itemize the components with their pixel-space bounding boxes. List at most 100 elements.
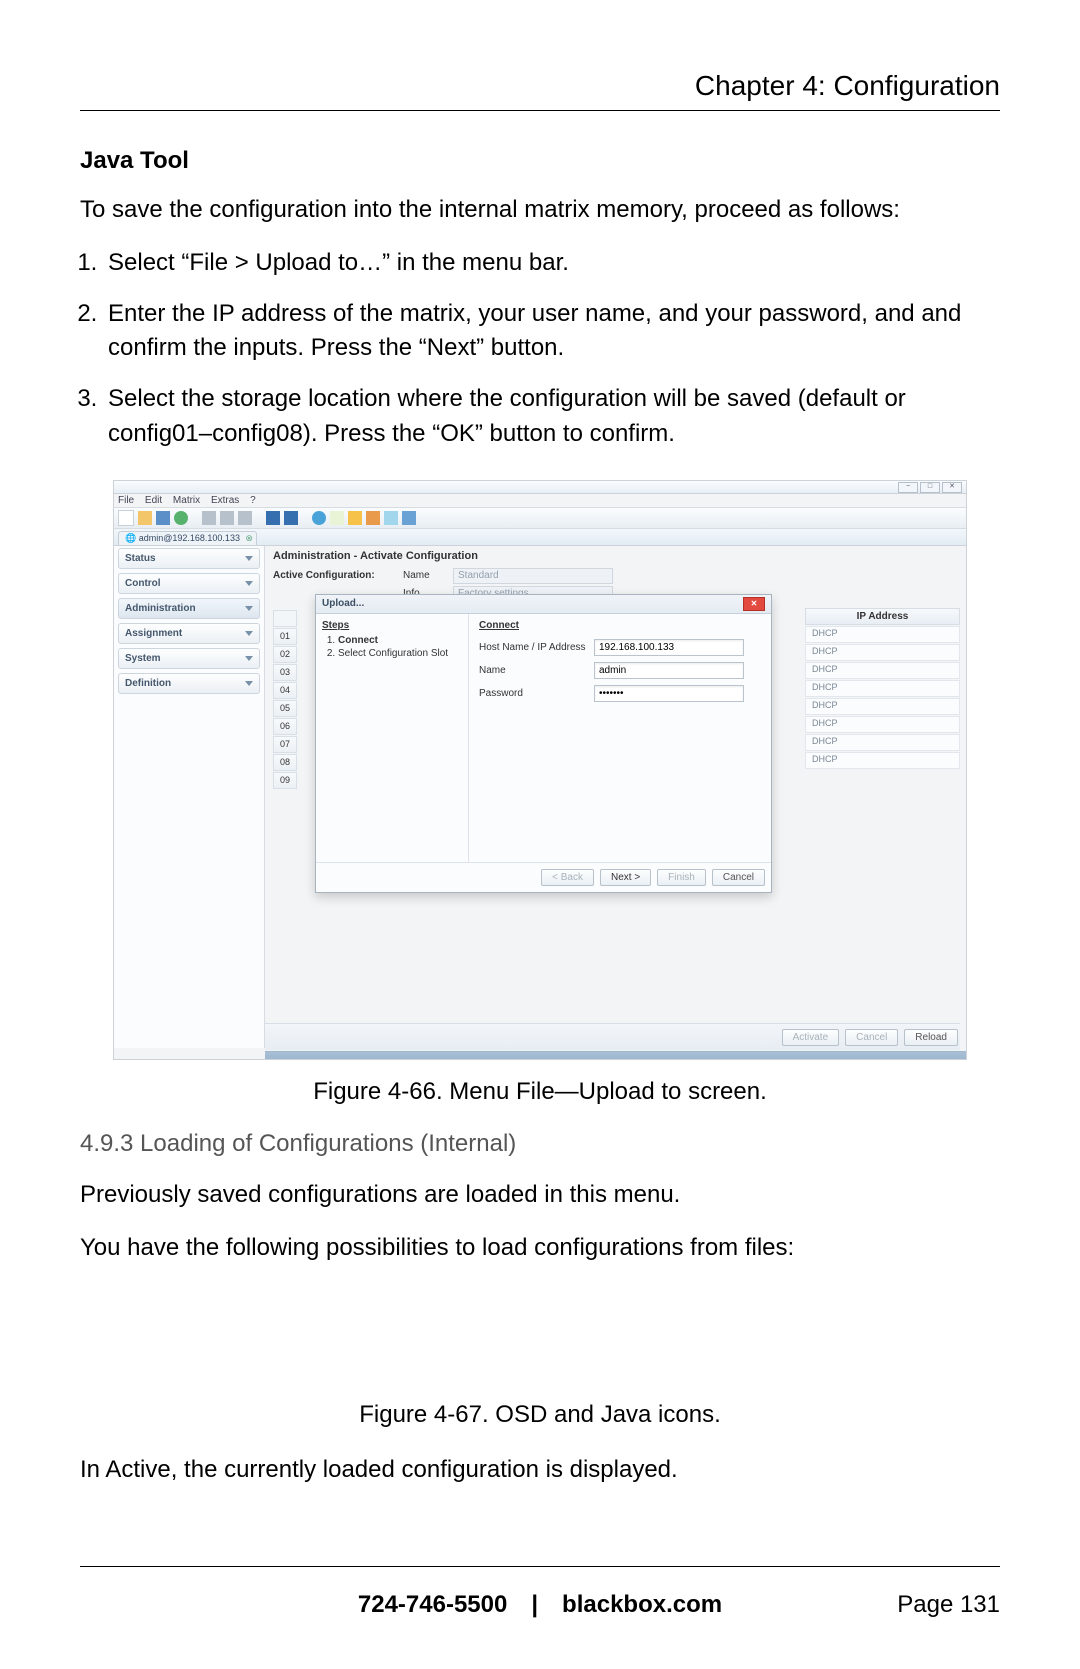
back-button[interactable]: < Back [541,869,594,886]
paste-icon[interactable] [238,511,252,525]
tab-bar: 🌐 admin@192.168.100.133 ⊗ [114,529,966,546]
chapter-title: Chapter 4: Configuration [80,70,1000,102]
figure-4-67-caption: Figure 4-67. OSD and Java icons. [80,1401,1000,1429]
dialog-close-button[interactable]: ✕ [743,597,765,611]
sidebar-item-label: Status [125,553,156,564]
username-label: Name [479,665,594,676]
heading-java-tool: Java Tool [80,147,1000,175]
divider-top [80,110,1000,111]
active-line: In Active, the currently loaded configur… [80,1453,1000,1488]
flash-icon[interactable] [330,511,344,525]
upload-icon[interactable] [266,511,280,525]
next-button[interactable]: Next > [600,869,651,886]
sidebar-item-assignment[interactable]: Assignment [118,623,260,644]
finish-button[interactable]: Finish [657,869,706,886]
figure-4-67-placeholder [80,1283,1000,1383]
dialog-cancel-button[interactable]: Cancel [712,869,765,886]
username-input[interactable] [594,662,744,679]
ip-address-column: IP Address DHCP DHCP DHCP DHCP DHCP DHCP… [805,608,960,770]
row-number[interactable]: 06 [273,718,297,735]
sidebar-item-status[interactable]: Status [118,548,260,569]
row-number[interactable]: 01 [273,628,297,645]
password-input[interactable] [594,685,744,702]
ip-cell: DHCP [805,662,960,679]
row-number[interactable]: 02 [273,646,297,663]
ip-cell: DHCP [805,626,960,643]
ip-cell: DHCP [805,752,960,769]
connection-tab[interactable]: 🌐 admin@192.168.100.133 ⊗ [118,531,257,545]
monitor-icon[interactable] [312,511,326,525]
dialog-form-panel: Connect Host Name / IP Address Name Pass… [469,614,771,862]
dialog-button-row: < Back Next > Finish Cancel [316,862,771,892]
dialog-steps-header: Steps [322,620,462,631]
window-close-button[interactable]: ✕ [942,482,962,493]
copy-icon[interactable] [220,511,234,525]
footer-contact: 724-746-5500 | blackbox.com [230,1591,850,1619]
ip-cell: DHCP [805,644,960,661]
row-number[interactable]: 07 [273,736,297,753]
row-number[interactable]: 09 [273,772,297,789]
dialog-titlebar: Upload... ✕ [316,595,771,614]
chevron-down-icon [245,631,253,636]
active-configuration-label: Active Configuration: [273,570,393,581]
device-icon[interactable] [348,511,362,525]
cut-icon[interactable] [202,511,216,525]
chevron-down-icon [245,606,253,611]
chevron-down-icon [245,581,253,586]
step-2: Enter the IP address of the matrix, your… [104,297,1000,367]
page-number: Page 131 [850,1591,1000,1619]
menu-help[interactable]: ? [250,495,256,506]
name-label: Name [403,570,443,581]
ip-cell: DHCP [805,698,960,715]
window-maximize-button[interactable]: □ [920,482,940,493]
step-1: Select “File > Upload to…” in the menu b… [104,246,1000,281]
download-icon[interactable] [284,511,298,525]
menu-edit[interactable]: Edit [145,495,162,506]
main-footer-buttons: Activate Cancel Reload [265,1023,960,1050]
tab-close-icon[interactable]: ⊗ [245,533,253,544]
menu-matrix[interactable]: Matrix [173,495,200,506]
sidebar-item-label: Administration [125,603,196,614]
row-number[interactable]: 05 [273,700,297,717]
row-number[interactable]: 04 [273,682,297,699]
row-header-blank [273,610,297,627]
host-input[interactable] [594,639,744,656]
save-icon[interactable] [156,511,170,525]
system-icon[interactable] [366,511,380,525]
sidebar: Status Control Administration Assignment… [114,546,265,1048]
reload-button[interactable]: Reload [904,1029,958,1046]
settings-icon[interactable] [402,511,416,525]
sidebar-item-definition[interactable]: Definition [118,673,260,694]
chevron-down-icon [245,656,253,661]
dialog-steps-panel: Steps Connect Select Configuration Slot [316,614,469,862]
open-icon[interactable] [138,511,152,525]
report-icon[interactable] [384,511,398,525]
menu-extras[interactable]: Extras [211,495,239,506]
new-icon[interactable] [118,510,134,526]
refresh-icon[interactable] [174,511,188,525]
row-number[interactable]: 08 [273,754,297,771]
save-steps-list: Select “File > Upload to…” in the menu b… [80,246,1000,452]
window-minimize-button[interactable]: − [898,482,918,493]
name-field: Standard [453,568,613,584]
dialog-step-1: Connect [338,635,462,646]
sidebar-item-system[interactable]: System [118,648,260,669]
sidebar-item-control[interactable]: Control [118,573,260,594]
globe-icon: 🌐 [125,533,136,543]
upload-dialog: Upload... ✕ Steps Connect Select Configu… [315,594,772,893]
main-title: Administration - Activate Configuration [273,550,958,562]
ip-address-header: IP Address [805,608,960,625]
sidebar-item-administration[interactable]: Administration [118,598,260,619]
divider-bottom [80,1566,1000,1567]
sidebar-item-label: Definition [125,678,171,689]
dialog-connect-header: Connect [479,620,761,631]
figure-4-66-screenshot: − □ ✕ File Edit Matrix Extras ? [113,480,967,1060]
sidebar-item-label: System [125,653,161,664]
activate-button[interactable]: Activate [782,1029,840,1046]
page-footer: 724-746-5500 | blackbox.com Page 131 [80,1558,1000,1619]
row-number[interactable]: 03 [273,664,297,681]
chevron-down-icon [245,681,253,686]
ip-cell: DHCP [805,680,960,697]
menu-file[interactable]: File [118,495,134,506]
cancel-button[interactable]: Cancel [845,1029,898,1046]
